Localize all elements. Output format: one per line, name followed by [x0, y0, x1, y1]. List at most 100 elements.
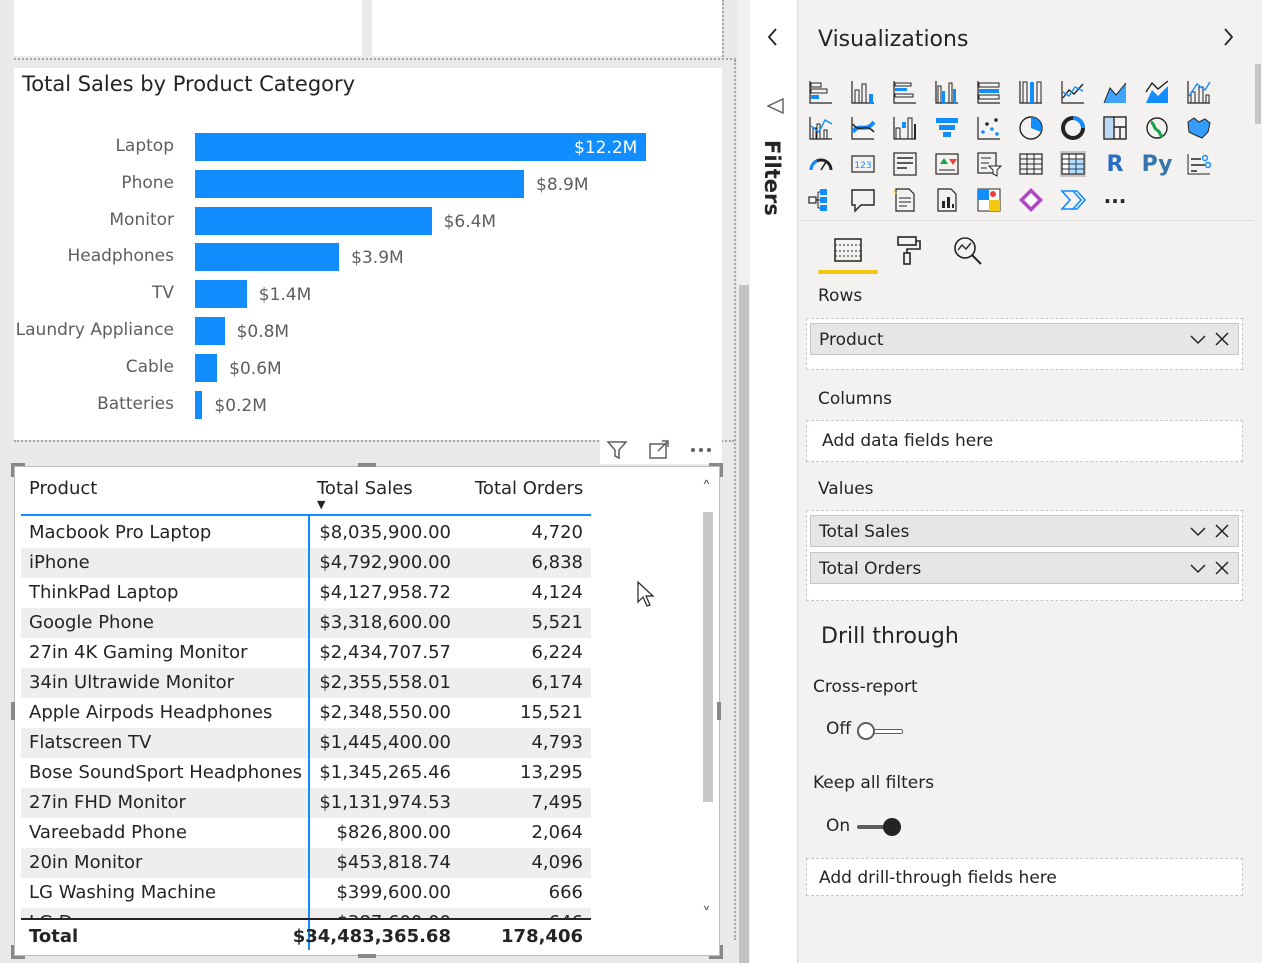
- format-tab-icon[interactable]: [888, 230, 928, 270]
- filled-map-icon[interactable]: [1185, 114, 1213, 142]
- power-apps-icon[interactable]: [1017, 186, 1045, 214]
- table-icon[interactable]: [1017, 150, 1045, 178]
- qa-icon[interactable]: [849, 186, 877, 214]
- resize-handle[interactable]: [709, 945, 723, 959]
- area-chart-icon[interactable]: [1101, 78, 1129, 106]
- chevron-left-icon[interactable]: [764, 26, 782, 48]
- resize-handle[interactable]: [358, 954, 376, 958]
- gauge-icon[interactable]: [807, 150, 835, 178]
- stacked-bar-chart-icon[interactable]: [807, 78, 835, 106]
- chevron-down-icon[interactable]: [1188, 520, 1208, 542]
- more-options-icon[interactable]: [688, 438, 714, 462]
- cross-report-state: Off: [826, 719, 852, 739]
- keep-all-filters-toggle[interactable]: [857, 817, 903, 837]
- close-icon[interactable]: [1212, 557, 1232, 579]
- drill-through-well[interactable]: Add drill-through fields here: [806, 858, 1243, 896]
- line-chart-icon[interactable]: [1059, 78, 1087, 106]
- py-label: Py: [1141, 151, 1173, 177]
- analytics-tab-icon[interactable]: [948, 230, 988, 270]
- fields-tab-icon[interactable]: [828, 230, 868, 270]
- bar[interactable]: [195, 317, 225, 345]
- resize-handle[interactable]: [358, 463, 376, 467]
- scatter-chart-icon[interactable]: [975, 114, 1003, 142]
- cross-report-toggle[interactable]: [857, 721, 903, 741]
- more-visuals-icon[interactable]: ...: [1101, 184, 1129, 214]
- clustered-bar-chart-icon[interactable]: [891, 78, 919, 106]
- chevron-down-icon[interactable]: [1188, 328, 1208, 350]
- field-pill-total-sales[interactable]: Total Sales: [810, 515, 1239, 547]
- python-visual-icon[interactable]: Py: [1141, 150, 1173, 178]
- bar-row: Headphones $3.9M: [14, 243, 714, 272]
- power-automate-icon[interactable]: [1059, 186, 1087, 214]
- chevron-down-icon[interactable]: [1188, 557, 1208, 579]
- stacked-area-chart-icon[interactable]: [1143, 78, 1171, 106]
- bar-chart-visual[interactable]: Total Sales by Product Category Laptop $1…: [14, 68, 722, 440]
- close-icon[interactable]: [1212, 328, 1232, 350]
- matrix-icon[interactable]: [1059, 150, 1087, 178]
- arcgis-map-icon[interactable]: [975, 186, 1003, 214]
- treemap-icon[interactable]: [1101, 114, 1129, 142]
- bar-value-label: $0.6M: [229, 358, 282, 379]
- visualizations-scrollbar[interactable]: [1254, 0, 1262, 963]
- toggle-knob: [857, 722, 875, 740]
- bar[interactable]: [195, 169, 524, 198]
- smart-narrative-icon[interactable]: [891, 186, 919, 214]
- rows-well[interactable]: Product: [806, 318, 1243, 370]
- canvas-scrollbar[interactable]: [738, 0, 750, 963]
- 100-stacked-bar-chart-icon[interactable]: [975, 78, 1003, 106]
- paginated-report-icon[interactable]: [933, 186, 961, 214]
- donut-chart-icon[interactable]: [1059, 114, 1087, 142]
- bar[interactable]: [195, 390, 203, 419]
- key-influencers-icon[interactable]: [1185, 150, 1213, 178]
- funnel-chart-icon[interactable]: [933, 114, 961, 142]
- decomposition-tree-icon[interactable]: [807, 186, 835, 214]
- clustered-column-chart-icon[interactable]: [933, 78, 961, 106]
- line-and-clustered-column-chart-icon[interactable]: [807, 114, 835, 142]
- top-right-visual[interactable]: [372, 0, 722, 56]
- chevron-right-icon[interactable]: [1219, 26, 1237, 48]
- bar[interactable]: [195, 243, 340, 272]
- bar-row: Batteries $0.2M: [14, 390, 714, 419]
- filter-icon[interactable]: [604, 438, 630, 462]
- focus-mode-icon[interactable]: [646, 438, 672, 462]
- waterfall-chart-icon[interactable]: [891, 114, 919, 142]
- multi-row-card-icon[interactable]: [891, 150, 919, 178]
- bar[interactable]: [195, 206, 432, 235]
- resize-handle[interactable]: [11, 463, 25, 477]
- field-pill-product[interactable]: Product: [810, 323, 1239, 355]
- line-and-stacked-column-chart-icon[interactable]: [1185, 78, 1213, 106]
- bar[interactable]: [195, 353, 218, 382]
- values-well[interactable]: Total Sales Total Orders: [806, 510, 1243, 601]
- filters-label[interactable]: Filters: [760, 140, 784, 216]
- report-canvas[interactable]: Total Sales by Product Category Laptop $1…: [0, 0, 738, 963]
- resize-handle[interactable]: [11, 945, 25, 959]
- ribbon-chart-icon[interactable]: [849, 114, 877, 142]
- bar[interactable]: [195, 280, 247, 309]
- close-icon[interactable]: [1212, 520, 1232, 542]
- visualizations-scroll-thumb[interactable]: [1255, 64, 1261, 124]
- card-icon[interactable]: 123: [849, 150, 877, 178]
- resize-handle[interactable]: [717, 702, 721, 720]
- bar-row: TV $1.4M: [14, 280, 714, 309]
- bar-value-label: $6.4M: [443, 211, 497, 232]
- stacked-column-chart-icon[interactable]: [849, 78, 877, 106]
- resize-handle[interactable]: [709, 463, 723, 477]
- bar-value-label: $12.2M: [574, 138, 638, 158]
- canvas-scroll-thumb[interactable]: [739, 285, 749, 963]
- kpi-icon[interactable]: [933, 150, 961, 178]
- r-visual-icon[interactable]: R: [1101, 150, 1129, 178]
- resize-handle[interactable]: [11, 702, 15, 720]
- columns-well[interactable]: Add data fields here: [806, 420, 1243, 462]
- slicer-icon[interactable]: [975, 150, 1003, 178]
- 100-stacked-column-chart-icon[interactable]: [1017, 78, 1045, 106]
- pie-chart-icon[interactable]: [1017, 114, 1045, 142]
- filters-pane[interactable]: Filters: [750, 0, 798, 963]
- columns-label: Columns: [818, 389, 892, 409]
- top-left-visual[interactable]: [14, 0, 362, 56]
- grid-guide: [722, 0, 724, 60]
- map-icon[interactable]: [1143, 114, 1171, 142]
- grid-guide: [734, 60, 736, 940]
- bar-row: Cable $0.6M: [14, 353, 714, 382]
- divider: [799, 220, 1254, 221]
- field-pill-total-orders[interactable]: Total Orders: [810, 552, 1239, 584]
